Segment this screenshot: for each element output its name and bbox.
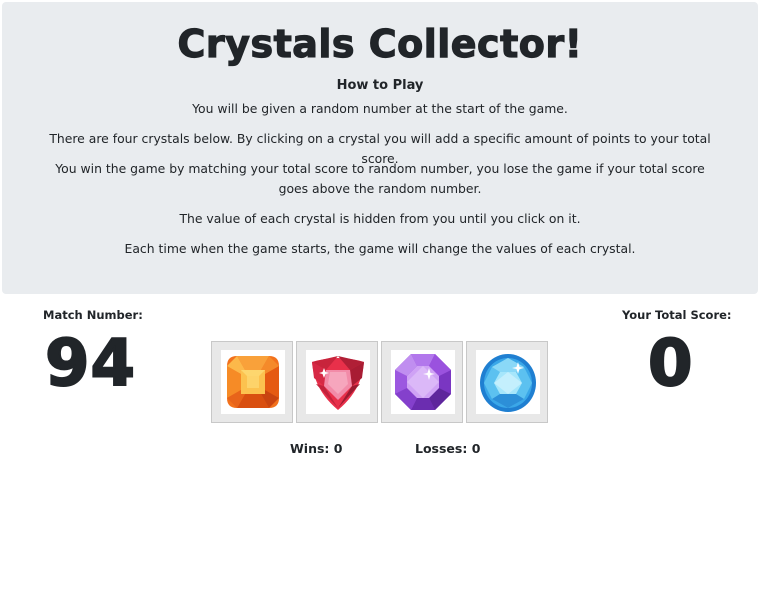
wins-counter: Wins: 0 (290, 441, 343, 456)
blue-round-gem-icon (480, 354, 536, 412)
instruction-line: The value of each crystal is hidden from… (179, 211, 581, 226)
crystal-button-blue[interactable] (466, 341, 548, 423)
instruction-line: You win the game by matching your total … (55, 161, 705, 196)
orange-cushion-gem-icon (227, 356, 279, 408)
instruction-line: You will be given a random number at the… (192, 101, 568, 116)
total-score-value: 0 (647, 327, 694, 401)
red-trillion-gem-icon (312, 356, 364, 410)
instruction-line: Each time when the game starts, the game… (124, 241, 636, 256)
purple-octagon-gem-icon (395, 354, 451, 410)
match-number-label: Match Number: (43, 308, 143, 322)
game-page: Crystals Collector! How to Play You will… (0, 0, 760, 600)
how-to-play-heading: How to Play (336, 78, 424, 93)
game-title: Crystals Collector! (177, 21, 583, 66)
total-score-label: Your Total Score: (622, 308, 732, 322)
match-number-value: 94 (44, 327, 137, 401)
instructions-panel: Crystals Collector! How to Play You will… (2, 2, 758, 294)
crystal-button-red[interactable] (296, 341, 378, 423)
crystal-button-orange[interactable] (211, 341, 293, 423)
crystal-button-purple[interactable] (381, 341, 463, 423)
losses-counter: Losses: 0 (415, 441, 481, 456)
